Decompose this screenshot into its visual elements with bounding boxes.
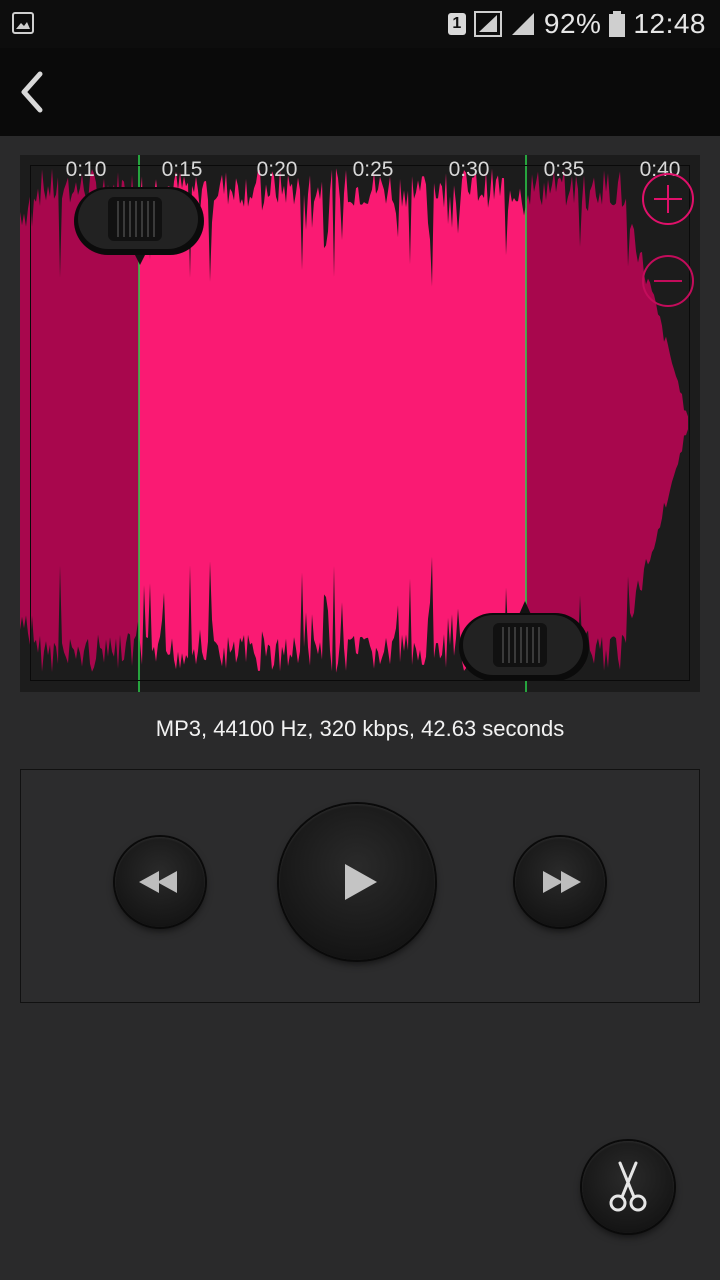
battery-icon [609, 11, 626, 37]
zoom-in-button[interactable] [640, 171, 696, 227]
cut-button[interactable] [582, 1141, 674, 1233]
signal-roaming-icon [473, 11, 502, 37]
time-label-0-15: 0:15 [161, 158, 203, 181]
clock: 12:48 [633, 8, 706, 39]
rewind-button[interactable] [115, 837, 205, 927]
time-label-0-20: 0:20 [256, 158, 298, 181]
play-icon [345, 864, 377, 900]
battery-percent: 92% [543, 8, 602, 39]
audio-file-info: MP3, 44100 Hz, 320 kbps, 42.63 seconds [155, 716, 565, 741]
scissors-icon [609, 1161, 647, 1212]
chevron-left-icon [21, 71, 43, 113]
status-bar: 1 92% 12:48 [0, 0, 720, 48]
rewind-icon [139, 871, 177, 893]
time-label-0-25: 0:25 [352, 158, 394, 181]
signal-strength-icon [511, 13, 534, 35]
zoom-in-icon [642, 173, 694, 225]
time-label-0-10: 0:10 [65, 158, 107, 181]
time-label-0-30: 0:30 [448, 158, 490, 181]
app-header [0, 48, 720, 136]
fast-forward-icon [543, 871, 581, 893]
back-button[interactable] [10, 66, 54, 118]
zoom-out-button[interactable] [640, 253, 696, 309]
start-marker-handle[interactable] [70, 183, 210, 275]
fast-forward-button[interactable] [515, 837, 605, 927]
end-marker-handle[interactable] [455, 595, 595, 687]
playback-controls-panel [20, 769, 700, 1003]
zoom-out-icon [642, 255, 694, 307]
gallery-notification-icon [12, 12, 34, 34]
play-button[interactable] [279, 804, 435, 960]
time-label-0-35: 0:35 [543, 158, 585, 181]
sim-slot-badge: 1 [447, 13, 466, 35]
